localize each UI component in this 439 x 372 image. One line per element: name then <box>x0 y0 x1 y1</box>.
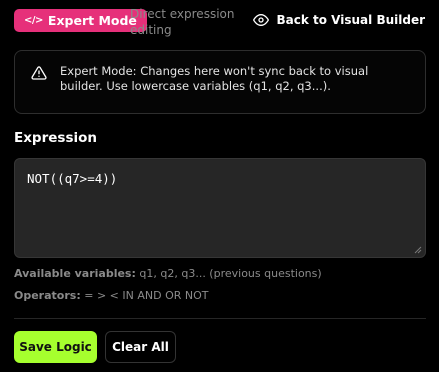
expert-mode-badge: </> Expert Mode <box>14 9 147 32</box>
operators-hint: Operators: = > < IN AND OR NOT <box>14 289 208 302</box>
code-icon: </> <box>24 15 43 26</box>
expert-mode-label: Expert Mode <box>47 13 137 28</box>
back-button-label: Back to Visual Builder <box>276 13 426 27</box>
save-logic-button[interactable]: Save Logic <box>14 331 97 363</box>
warning-triangle-icon <box>31 66 47 80</box>
warning-text: Expert Mode: Changes here won't sync bac… <box>60 64 369 93</box>
expression-input[interactable]: NOT((q7>=4)) <box>14 158 426 258</box>
variables-label: Available variables: <box>14 267 136 280</box>
resize-handle-icon[interactable] <box>414 246 422 254</box>
available-variables-hint: Available variables: q1, q2, q3... (prev… <box>14 267 322 280</box>
actions-divider <box>14 318 426 319</box>
expression-heading: Expression <box>14 130 97 146</box>
panel-header: </> Expert Mode Direct expression editin… <box>14 6 425 38</box>
operators-text: = > < IN AND OR NOT <box>84 289 209 302</box>
clear-all-button[interactable]: Clear All <box>105 331 176 363</box>
operators-label: Operators: <box>14 289 81 302</box>
expert-mode-panel: </> Expert Mode Direct expression editin… <box>0 0 439 372</box>
variables-text: q1, q2, q3... (previous questions) <box>139 267 322 280</box>
back-to-visual-builder-button[interactable]: Back to Visual Builder <box>252 12 426 28</box>
eye-icon <box>252 14 269 26</box>
sync-warning-alert: Expert Mode: Changes here won't sync bac… <box>14 50 426 114</box>
mode-description: Direct expression editing <box>130 7 235 37</box>
